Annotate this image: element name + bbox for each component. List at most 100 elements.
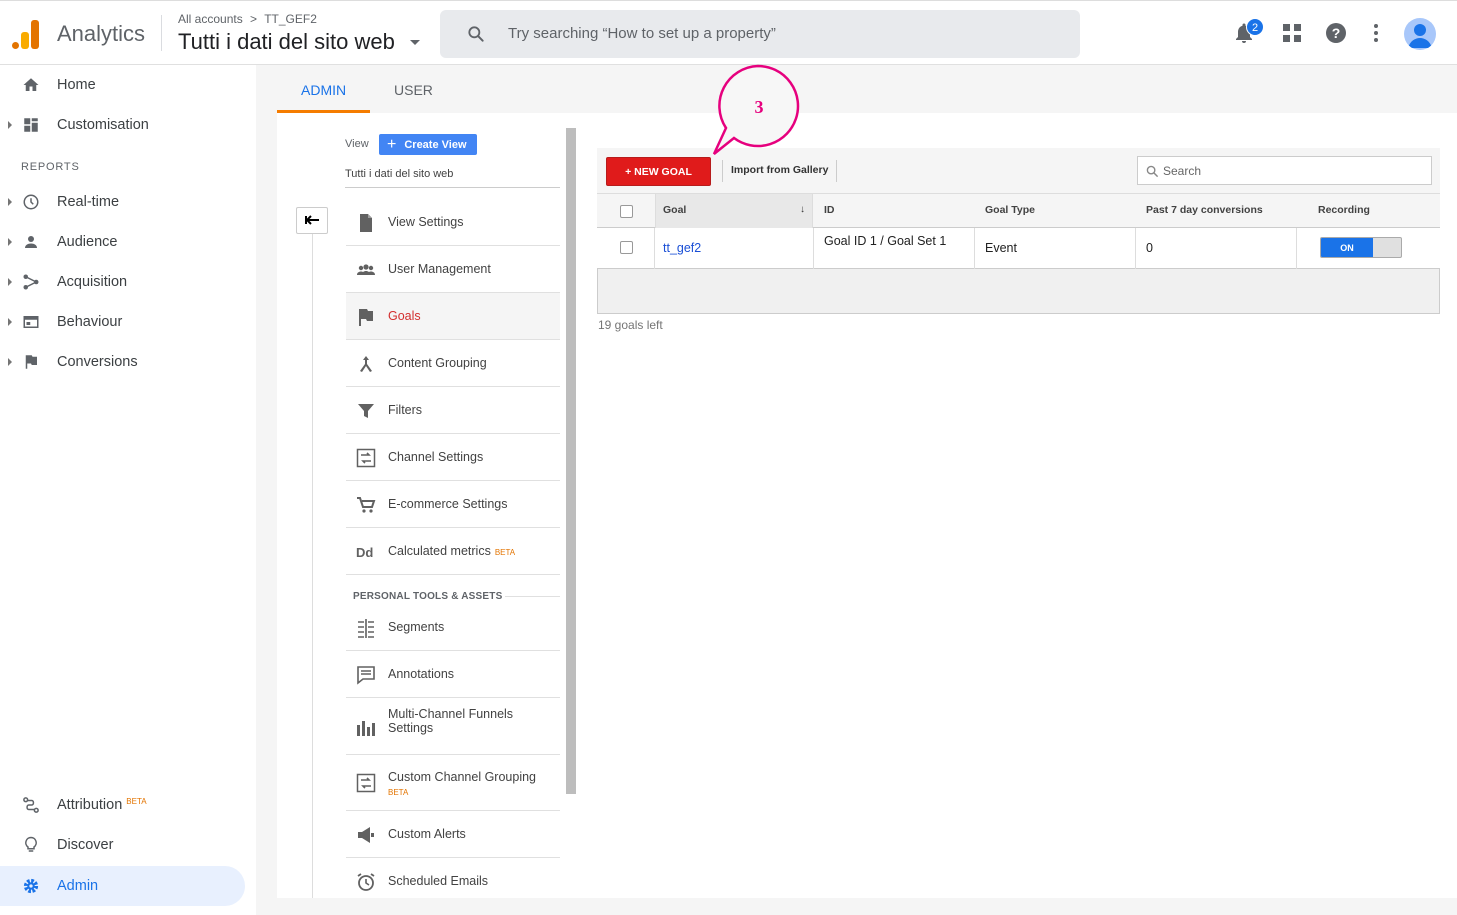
top-bar: Analytics All accounts > TT_GEF2 Tutti i… [0,0,1457,65]
document-icon [360,214,372,232]
cart-icon [357,497,376,513]
merge-icon [360,356,372,372]
menu-item-calculated-metrics[interactable]: Dd Calculated metrics BETA [346,528,560,575]
menu-label: E-commerce Settings [388,497,508,511]
menu-label: View Settings [388,215,464,229]
expand-caret-icon[interactable] [8,358,12,366]
apps-grid-icon[interactable] [1280,21,1304,45]
select-all-checkbox[interactable] [620,205,633,218]
property-selector[interactable]: Tutti i dati del sito web [178,29,395,55]
notification-badge: 2 [1246,18,1264,36]
goal-name-link[interactable]: tt_gef2 [663,241,701,255]
menu-item-multi-channel-funnels[interactable]: Multi-Channel Funnels Settings [346,698,560,755]
nav-item-realtime[interactable]: Real-time [0,182,256,222]
expand-caret-icon[interactable] [8,278,12,286]
menu-item-annotations[interactable]: Annotations [346,651,560,698]
analytics-logo-icon[interactable] [12,19,40,49]
menu-item-filters[interactable]: Filters [346,387,560,434]
home-icon [23,78,39,91]
column-header-goal-type[interactable]: Goal Type [985,194,1035,228]
menu-label: Custom Channel Grouping BETA [388,770,536,800]
tab-admin[interactable]: ADMIN [301,82,346,98]
arrow-left-icon [305,215,319,225]
goals-search-input[interactable]: Search [1137,156,1432,185]
nav-item-audience[interactable]: Audience [0,222,256,262]
nav-item-discover[interactable]: Discover [0,825,256,865]
nav-label: Acquisition [57,274,128,290]
menu-item-scheduled-emails[interactable]: Scheduled Emails [346,858,560,905]
nav-item-home[interactable]: Home [0,65,256,105]
breadcrumb-all-accounts[interactable]: All accounts [178,12,243,26]
breadcrumb[interactable]: All accounts > TT_GEF2 [178,12,317,26]
menu-item-custom-channel-grouping[interactable]: Custom Channel Grouping BETA [346,755,560,811]
menu-item-ecommerce-settings[interactable]: E-commerce Settings [346,481,560,528]
account-avatar[interactable] [1404,18,1436,50]
new-goal-button[interactable]: + NEW GOAL [606,157,711,186]
create-view-button[interactable]: + Create View [379,134,477,155]
beta-badge: BETA [126,797,147,806]
sort-down-icon[interactable]: ↓ [800,204,805,215]
user-avatar-icon [1408,24,1432,48]
nav-item-admin[interactable]: Admin [0,866,245,906]
nav-item-acquisition[interactable]: Acquisition [0,262,256,302]
goal-id-cell: Goal ID 1 / Goal Set 1 [824,234,947,248]
scrollbar[interactable] [566,128,576,794]
goal-type-cell: Event [985,241,1017,255]
menu-label: Annotations [388,667,455,681]
recording-toggle[interactable]: ON [1320,237,1402,258]
chevron-down-icon[interactable] [410,40,420,45]
nav-label: Real-time [57,194,120,210]
tab-user[interactable]: USER [394,82,433,98]
divider [836,160,837,182]
collapse-button[interactable] [296,207,328,234]
nav-item-customisation[interactable]: Customisation [0,105,256,145]
nav-item-attribution[interactable]: Attribution BETA [0,785,256,825]
menu-item-custom-alerts[interactable]: Custom Alerts [346,811,560,858]
segments-icon [358,619,374,638]
clock-icon [23,194,39,210]
column-header-id[interactable]: ID [824,194,835,228]
calculated-metrics-icon: Dd [356,545,373,560]
cell-divider [974,228,975,269]
menu-label: Segments [388,620,445,634]
nav-item-behaviour[interactable]: Behaviour [0,302,256,342]
menu-item-user-management[interactable]: User Management [346,246,560,293]
help-icon[interactable]: ? [1324,21,1348,45]
breadcrumb-account[interactable]: TT_GEF2 [264,12,317,26]
menu-item-view-settings[interactable]: View Settings [346,199,560,246]
expand-caret-icon[interactable] [8,198,12,206]
menu-item-goals[interactable]: Goals [346,293,560,340]
nav-label: Discover [57,837,114,853]
cell-divider [813,228,814,269]
view-selector[interactable]: Tutti i dati del sito web [345,168,453,180]
expand-caret-icon[interactable] [8,121,12,129]
menu-item-channel-settings[interactable]: Channel Settings [346,434,560,481]
more-vert-icon[interactable] [1364,21,1388,45]
menu-item-segments[interactable]: Segments [346,604,560,651]
flag-icon [25,355,37,369]
channel-settings-icon [356,448,376,468]
row-checkbox[interactable] [620,241,633,254]
menu-label: User Management [388,262,491,276]
column-header-conversions[interactable]: Past 7 day conversions [1146,194,1263,228]
column-header-recording[interactable]: Recording [1318,194,1370,228]
behaviour-icon [23,316,39,328]
search-icon [468,26,484,42]
divider [722,160,723,182]
attribution-label: Attribution [57,797,123,813]
menu-item-content-grouping[interactable]: Content Grouping [346,340,560,387]
menu-label: Custom Alerts [388,827,466,841]
step-callout: 3 [712,64,800,155]
search-input[interactable]: Try searching “How to set up a property” [440,10,1080,58]
nav-label: Admin [57,878,99,894]
cell-divider [1296,228,1297,269]
people-icon [357,264,375,275]
nav-item-conversions[interactable]: Conversions [0,342,256,382]
expand-caret-icon[interactable] [8,318,12,326]
import-from-gallery-button[interactable]: Import from Gallery [731,164,828,176]
nav-label: Behaviour [57,314,123,330]
expand-caret-icon[interactable] [8,238,12,246]
attribution-icon [23,797,39,813]
column-header-goal[interactable]: Goal [663,194,686,228]
filter-icon [358,404,374,418]
